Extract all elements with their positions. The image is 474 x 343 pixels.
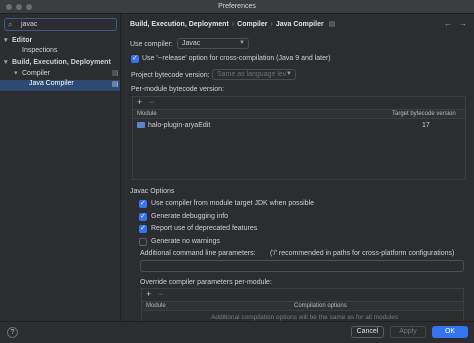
additional-params-label: Additional command line parameters: [140,250,256,257]
option-label: Use compiler from module target JDK when… [151,200,315,207]
javac-options-heading: Javac Options [130,188,175,195]
table-header: Module Compilation options [142,301,463,311]
use-target-jdk-checkbox[interactable] [139,199,147,208]
breadcrumb-item[interactable]: Compiler [237,21,267,28]
use-compiler-label: Use compiler: [130,41,173,48]
module-folder-icon [137,122,145,128]
bytecode-version-value: Same as language lev [217,71,287,78]
override-params-table: + − Module Compilation options Additiona… [141,288,464,321]
breadcrumb: Build, Execution, Deployment › Compiler › Ja… [130,20,335,28]
sidebar-item-label: Compiler [22,70,51,77]
project-settings-icon: ▤ [112,81,119,88]
debug-info-checkbox[interactable] [139,212,147,221]
no-warnings-checkbox[interactable] [139,238,147,246]
table-row[interactable]: halo-plugin-aryaEdit [137,122,210,129]
chevron-down-icon: ▼ [286,71,292,77]
dialog-footer: ? Cancel Apply OK [0,321,474,343]
title-bar: Preferences [0,0,474,14]
deprecated-features-checkbox[interactable] [139,224,147,233]
breadcrumb-separator: › [231,21,235,28]
use-compiler-value: Javac [182,40,201,47]
back-arrow-icon[interactable]: ← [444,19,452,28]
search-input[interactable]: javac [21,21,37,28]
sidebar-item-compiler[interactable]: ▾ Compiler ▤ [14,69,120,80]
override-params-label: Override compiler parameters per-module: [140,279,272,286]
release-option-checkbox[interactable] [131,54,139,63]
project-settings-icon: ▤ [328,21,336,28]
module-name: halo-plugin-aryaEdit [148,122,211,129]
window-title: Preferences [218,3,256,10]
sidebar-item-label: Java Compiler [29,80,74,87]
help-button[interactable]: ? [7,327,18,338]
cancel-button[interactable]: Cancel [351,326,384,338]
additional-params-input[interactable] [140,260,464,272]
breadcrumb-item: Java Compiler [275,21,324,28]
chevron-down-icon[interactable]: ▾ [4,58,12,66]
breadcrumb-separator: › [270,21,273,28]
table-toolbar: + − [142,289,463,301]
empty-table-text: Additional compilation options will be t… [211,314,399,321]
sidebar-item-java-compiler[interactable]: Java Compiler ▤ [29,80,120,91]
modules-bytecode-table: + − Module Target bytecode version halo-… [132,96,466,180]
project-settings-icon: ▤ [112,70,119,77]
remove-icon[interactable]: − [158,289,163,299]
option-label: Generate debugging info [151,213,229,220]
settings-sidebar: ⌕ javac ▾ Editor Inspections ▾ Build, Exec… [0,14,121,321]
column-header-module[interactable]: Module [137,111,157,117]
sidebar-item-label: Editor [12,37,33,44]
add-icon[interactable]: + [137,97,142,107]
table-toolbar: + − [133,97,465,109]
column-header-options[interactable]: Compilation options [294,303,347,309]
use-compiler-select[interactable]: Javac ▼ [177,38,249,49]
add-icon[interactable]: + [146,289,151,299]
chevron-down-icon[interactable]: ▾ [4,36,12,44]
settings-search-field[interactable]: ⌕ javac [4,18,117,31]
sidebar-item-editor[interactable]: ▾ Editor [4,36,32,47]
ok-button[interactable]: OK [432,326,468,338]
chevron-down-icon: ▼ [239,40,245,46]
settings-content: Build, Execution, Deployment › Compiler › Ja… [122,14,474,321]
per-module-label: Per-module bytecode version: [131,86,224,93]
column-header-target[interactable]: Target bytecode version [392,111,456,117]
bytecode-version-select[interactable]: Same as language lev ▼ [212,69,296,80]
table-header: Module Target bytecode version [133,109,465,119]
option-label: Report use of deprecated features [151,225,258,232]
bytecode-version-label: Project bytecode version: [131,72,210,79]
breadcrumb-item[interactable]: Build, Execution, Deployment [130,21,229,28]
sidebar-item-label: Inspections [22,47,58,54]
sidebar-item-label: Build, Execution, Deployment [12,59,111,66]
remove-icon[interactable]: − [149,97,154,107]
forward-arrow-icon[interactable]: → [459,19,467,28]
sidebar-item-build-execution-deployment[interactable]: ▾ Build, Execution, Deployment [4,58,111,69]
column-header-module[interactable]: Module [146,303,166,309]
additional-params-hint: ('/' recommended in paths for cross-plat… [270,250,455,257]
sidebar-item-inspections[interactable]: Inspections [22,47,57,58]
search-icon: ⌕ [8,20,13,29]
option-label: Generate no warnings [151,238,220,245]
apply-button[interactable]: Apply [390,326,426,338]
chevron-down-icon[interactable]: ▾ [14,69,22,77]
release-option-label: Use '--release' option for cross-compila… [142,55,331,62]
target-version-cell[interactable]: 17 [422,122,430,129]
